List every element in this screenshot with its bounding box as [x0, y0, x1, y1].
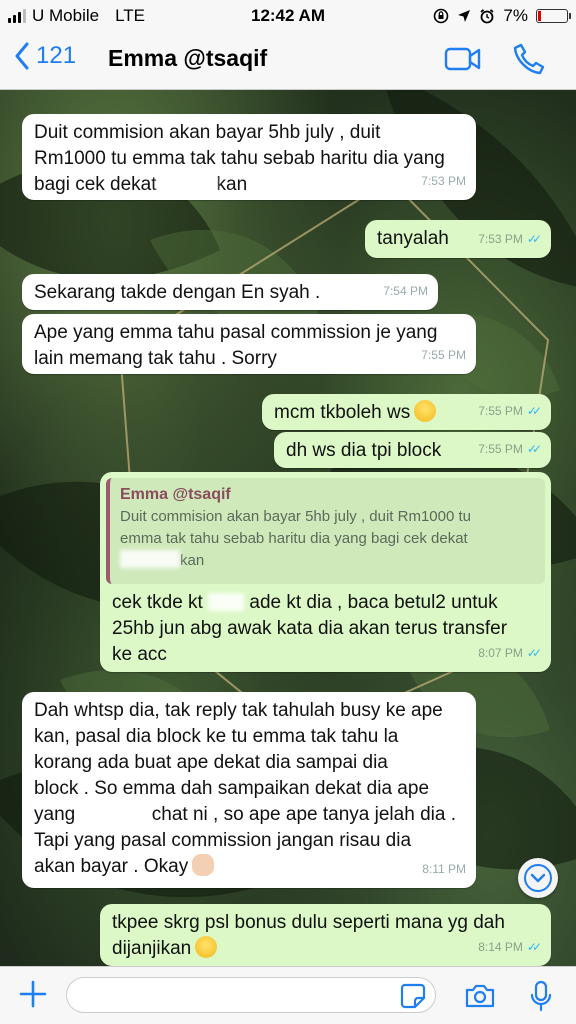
back-button[interactable]: 121	[14, 42, 76, 70]
quoted-text: Duit commision akan bayar 5hb july , dui…	[120, 508, 472, 547]
message-text: mcm tkboleh ws	[274, 402, 411, 423]
status-right: 7%	[433, 6, 571, 26]
phone-icon[interactable]	[512, 42, 546, 76]
redacted-text	[80, 805, 147, 823]
message-incoming[interactable]: Dah whtsp dia, tak reply tak tahulah bus…	[22, 692, 476, 888]
input-bar	[0, 966, 576, 1024]
message-time: 7:53 PM	[478, 232, 523, 246]
read-ticks-icon: ✓✓	[526, 442, 542, 456]
chat-header: 121 Emma @tsaqif	[0, 32, 576, 90]
ok-hand-emoji-icon	[192, 854, 215, 876]
message-time: 8:11 PM	[422, 862, 466, 876]
message-time: 7:53 PM	[421, 174, 466, 188]
message-outgoing[interactable]: dh ws dia tpi block 7:55 PM ✓✓	[274, 432, 551, 468]
message-text: cek tkde kt	[112, 592, 203, 613]
message-meta: 7:55 PM ✓✓	[478, 436, 542, 462]
location-icon	[458, 10, 471, 22]
chat-area[interactable]: Duit commision akan bayar 5hb july , dui…	[0, 90, 576, 966]
read-ticks-icon: ✓✓	[526, 940, 542, 954]
message-meta: 7:54 PM	[383, 278, 428, 304]
message-time: 7:55 PM	[478, 442, 523, 456]
message-incoming[interactable]: Ape yang emma tahu pasal commission je y…	[22, 314, 476, 374]
message-meta: 7:53 PM ✓✓	[478, 226, 542, 252]
alarm-icon	[480, 9, 495, 24]
message-meta: 8:11 PM	[422, 856, 466, 882]
message-text: Ape yang emma tahu pasal commission je y…	[34, 322, 438, 369]
message-time: 8:07 PM	[478, 646, 523, 660]
message-outgoing[interactable]: tkpee skrg psl bonus dulu seperti mana y…	[100, 904, 551, 966]
scroll-to-bottom-button[interactable]	[518, 858, 558, 898]
redacted-text	[120, 550, 180, 568]
quoted-message[interactable]: Emma @tsaqif Duit commision akan bayar 5…	[106, 478, 545, 584]
battery-icon	[536, 9, 571, 23]
message-text: Sekarang takde dengan En syah .	[34, 282, 321, 303]
message-time: 7:54 PM	[383, 284, 428, 298]
redacted-text	[156, 175, 217, 193]
redacted-text	[208, 593, 245, 611]
status-bar: U Mobile LTE 12:42 AM 7%	[0, 0, 576, 32]
message-text: tkpee skrg psl bonus dulu seperti mana y…	[112, 912, 505, 959]
message-meta: 7:55 PM ✓✓	[478, 398, 542, 424]
message-time: 7:55 PM	[421, 348, 466, 362]
read-ticks-icon: ✓✓	[526, 232, 542, 246]
quoted-text: kan	[180, 552, 205, 569]
read-ticks-icon: ✓✓	[526, 404, 542, 418]
chevron-left-icon	[15, 42, 29, 70]
plus-icon[interactable]	[18, 979, 48, 1009]
chevron-down-icon	[524, 864, 552, 892]
rotation-lock-icon	[434, 8, 449, 24]
message-outgoing-reply[interactable]: Emma @tsaqif Duit commision akan bayar 5…	[100, 472, 551, 672]
camera-icon[interactable]	[464, 983, 496, 1009]
grinning-sweat-emoji-icon	[414, 400, 437, 422]
message-outgoing[interactable]: mcm tkboleh ws 7:55 PM ✓✓	[262, 394, 551, 430]
microphone-icon[interactable]	[530, 980, 552, 1012]
contact-name[interactable]: Emma @tsaqif	[108, 45, 267, 72]
sticker-icon[interactable]	[400, 983, 426, 1009]
back-unread-count: 121	[36, 42, 77, 69]
message-incoming[interactable]: Duit commision akan bayar 5hb july , dui…	[22, 114, 476, 200]
message-input[interactable]	[66, 977, 436, 1013]
message-incoming[interactable]: Sekarang takde dengan En syah . 7:54 PM	[22, 274, 438, 310]
message-text: kan	[216, 174, 248, 195]
battery-percent: 7%	[503, 6, 528, 25]
quoted-sender: Emma @tsaqif	[120, 486, 231, 503]
winking-emoji-icon	[195, 936, 218, 958]
message-meta: 7:55 PM	[421, 342, 466, 368]
message-outgoing[interactable]: tanyalah 7:53 PM ✓✓	[365, 220, 551, 258]
message-time: 7:55 PM	[478, 404, 523, 418]
message-meta: 8:14 PM ✓✓	[478, 934, 542, 960]
video-camera-icon[interactable]	[444, 46, 482, 72]
message-meta: 8:07 PM ✓✓	[478, 640, 542, 666]
message-time: 8:14 PM	[478, 940, 523, 954]
read-ticks-icon: ✓✓	[526, 646, 542, 660]
message-meta: 7:53 PM	[421, 168, 466, 194]
